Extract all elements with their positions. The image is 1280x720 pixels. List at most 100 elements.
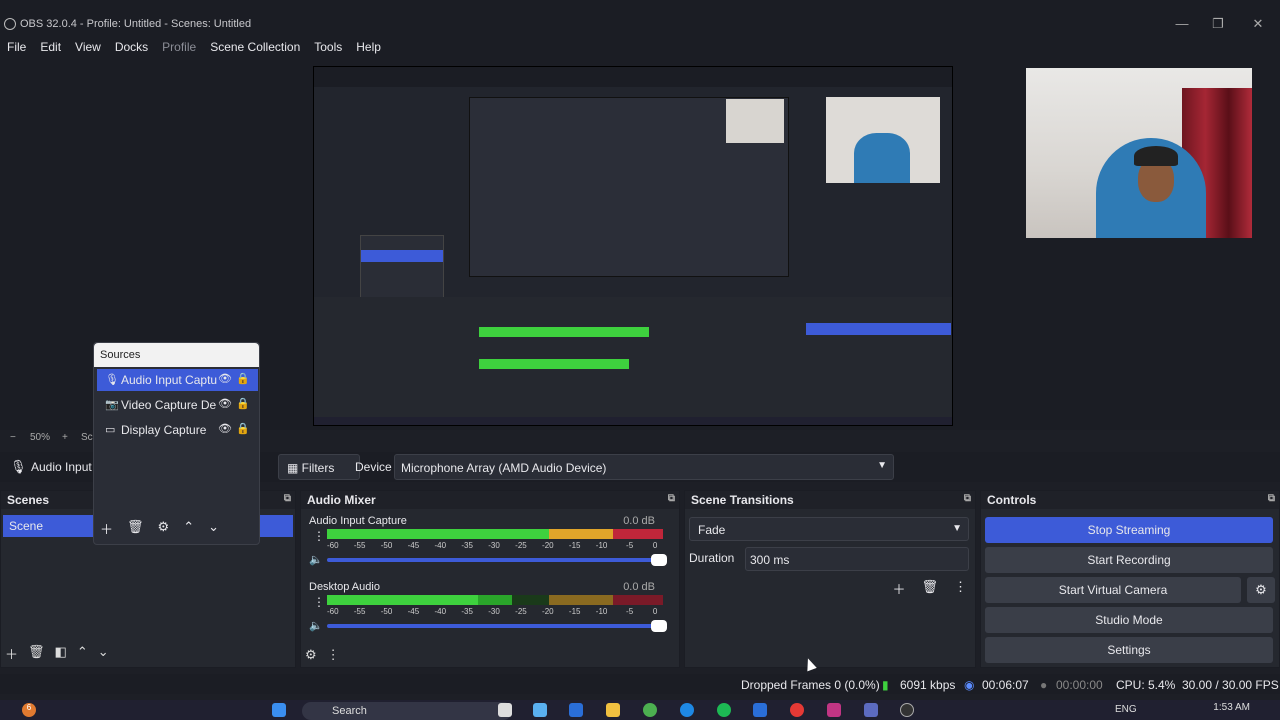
zoom-out-button[interactable]: −: [10, 432, 16, 443]
trash-icon[interactable]: 🗑: [921, 579, 938, 598]
tick: -30: [488, 607, 500, 616]
menu-docks[interactable]: Docks: [108, 36, 155, 58]
app-icon[interactable]: [569, 703, 583, 717]
channel-db: 0.0 dB: [623, 581, 655, 593]
filters-button[interactable]: ▦ Filters: [278, 454, 360, 480]
app-icon[interactable]: [864, 703, 878, 717]
app-icon[interactable]: [498, 703, 512, 717]
start-recording-button[interactable]: Start Recording: [985, 547, 1273, 573]
chrome-icon[interactable]: [643, 703, 657, 717]
stop-streaming-button[interactable]: Stop Streaming: [985, 517, 1273, 543]
speaker-icon[interactable]: 🔈: [309, 553, 323, 566]
more-icon[interactable]: ⋮: [313, 529, 325, 543]
filter-icon[interactable]: ◧: [55, 644, 67, 663]
transitions-title: Scene Transitions: [691, 493, 794, 507]
close-icon[interactable]: ✕: [1248, 16, 1268, 32]
maximize-icon[interactable]: ❐: [1208, 16, 1228, 32]
menu-scene-collection[interactable]: Scene Collection: [203, 36, 307, 58]
lock-icon[interactable]: 🔒: [236, 372, 250, 385]
mixer-toolbar: ⚙ ⋮: [305, 647, 340, 663]
volume-slider[interactable]: [327, 554, 667, 566]
undock-icon[interactable]: ⧉: [668, 493, 675, 504]
fps: 30.00 / 30.00 FPS: [1182, 678, 1279, 692]
eye-icon[interactable]: 👁: [218, 397, 232, 410]
status-bar: Dropped Frames 0 (0.0%) ▮ 6091 kbps ◉ 00…: [0, 674, 1280, 694]
settings-button[interactable]: Settings: [985, 637, 1273, 663]
tick: -60: [327, 541, 339, 550]
transition-select[interactable]: Fade ▼: [689, 517, 969, 541]
instagram-icon[interactable]: [827, 703, 841, 717]
gear-icon[interactable]: ⚙: [158, 519, 170, 538]
duration-label: Duration: [689, 551, 735, 565]
transitions-header: Scene Transitions ⧉: [685, 491, 975, 509]
device-select[interactable]: Microphone Array (AMD Audio Device) ▼: [394, 454, 894, 480]
undock-icon[interactable]: ⧉: [964, 493, 971, 504]
menu-profile[interactable]: Profile: [155, 36, 203, 58]
eye-icon[interactable]: 👁: [218, 422, 232, 435]
zoom-level: 50%: [30, 432, 51, 443]
move-down-icon[interactable]: ⌄: [208, 519, 219, 538]
taskbar-search[interactable]: Search: [302, 702, 512, 720]
duration-input[interactable]: 300 ms: [745, 547, 969, 571]
tick: -5: [626, 607, 634, 616]
obs-logo-icon: [4, 18, 16, 30]
advanced-audio-icon[interactable]: ⚙: [305, 647, 317, 663]
app-icon[interactable]: [790, 703, 804, 717]
tick: -45: [407, 541, 420, 550]
source-item[interactable]: 🎙 Audio Input Captu 👁 🔒: [97, 369, 258, 391]
menu-file[interactable]: File: [0, 36, 33, 58]
more-icon[interactable]: ⋮: [313, 595, 325, 609]
menu-help[interactable]: Help: [349, 36, 388, 58]
record-time: 00:00:00: [1056, 678, 1103, 692]
selected-source-label: Audio Input: [31, 460, 92, 474]
studio-mode-button[interactable]: Studio Mode: [985, 607, 1273, 633]
tick: -50: [380, 541, 393, 550]
trash-icon[interactable]: 🗑: [127, 519, 144, 538]
menu-view[interactable]: View: [68, 36, 108, 58]
speaker-icon[interactable]: 🔈: [309, 619, 323, 632]
tick: 0: [652, 607, 658, 616]
undock-icon[interactable]: ⧉: [1268, 493, 1275, 504]
add-icon[interactable]: ＋: [892, 579, 905, 598]
move-up-icon[interactable]: ⌃: [77, 644, 88, 663]
controls-dock: Controls ⧉ Stop Streaming Start Recording…: [980, 490, 1280, 668]
more-icon[interactable]: ⋮: [327, 647, 340, 663]
spotify-icon[interactable]: [717, 703, 731, 717]
folder-icon[interactable]: [606, 703, 620, 717]
undock-icon[interactable]: ⧉: [284, 493, 291, 504]
source-item[interactable]: 📷 Video Capture De 👁 🔒: [97, 394, 258, 416]
volume-slider[interactable]: [327, 620, 667, 632]
source-item[interactable]: ▭ Display Capture 👁 🔒: [97, 419, 258, 441]
lock-icon[interactable]: 🔒: [236, 422, 250, 435]
signal-icon: ▮: [882, 678, 889, 692]
windows-start-icon[interactable]: [272, 703, 286, 717]
camera-icon: 📷: [105, 399, 119, 411]
gear-icon[interactable]: ⚙: [1247, 577, 1275, 603]
app-icon[interactable]: [753, 703, 767, 717]
more-icon[interactable]: ⋮: [954, 579, 967, 598]
app-icon[interactable]: [533, 703, 547, 717]
channel-db: 0.0 dB: [623, 515, 655, 527]
move-up-icon[interactable]: ⌃: [183, 519, 194, 538]
tick: -10: [595, 541, 608, 550]
language-indicator[interactable]: ENG: [1115, 704, 1137, 715]
add-icon[interactable]: ＋: [100, 519, 113, 538]
zoom-in-button[interactable]: +: [62, 432, 68, 443]
clock[interactable]: 1:53 AM: [1213, 702, 1250, 713]
add-icon[interactable]: ＋: [5, 644, 18, 663]
chevron-down-icon: ▼: [952, 523, 962, 534]
start-virtual-camera-button[interactable]: Start Virtual Camera: [985, 577, 1241, 603]
lock-icon[interactable]: 🔒: [236, 397, 250, 410]
trash-icon[interactable]: 🗑: [28, 644, 45, 663]
obs-taskbar-icon[interactable]: [900, 703, 914, 717]
move-down-icon[interactable]: ⌄: [98, 644, 109, 663]
bitrate: 6091 kbps: [900, 678, 956, 692]
menu-tools[interactable]: Tools: [307, 36, 349, 58]
weather-icon[interactable]: 6: [22, 703, 36, 717]
eye-icon[interactable]: 👁: [218, 372, 232, 385]
tick: -35: [461, 607, 473, 616]
menu-edit[interactable]: Edit: [33, 36, 68, 58]
minimize-icon[interactable]: —: [1172, 16, 1192, 31]
edge-icon[interactable]: [680, 703, 694, 717]
tick: -20: [542, 541, 554, 550]
